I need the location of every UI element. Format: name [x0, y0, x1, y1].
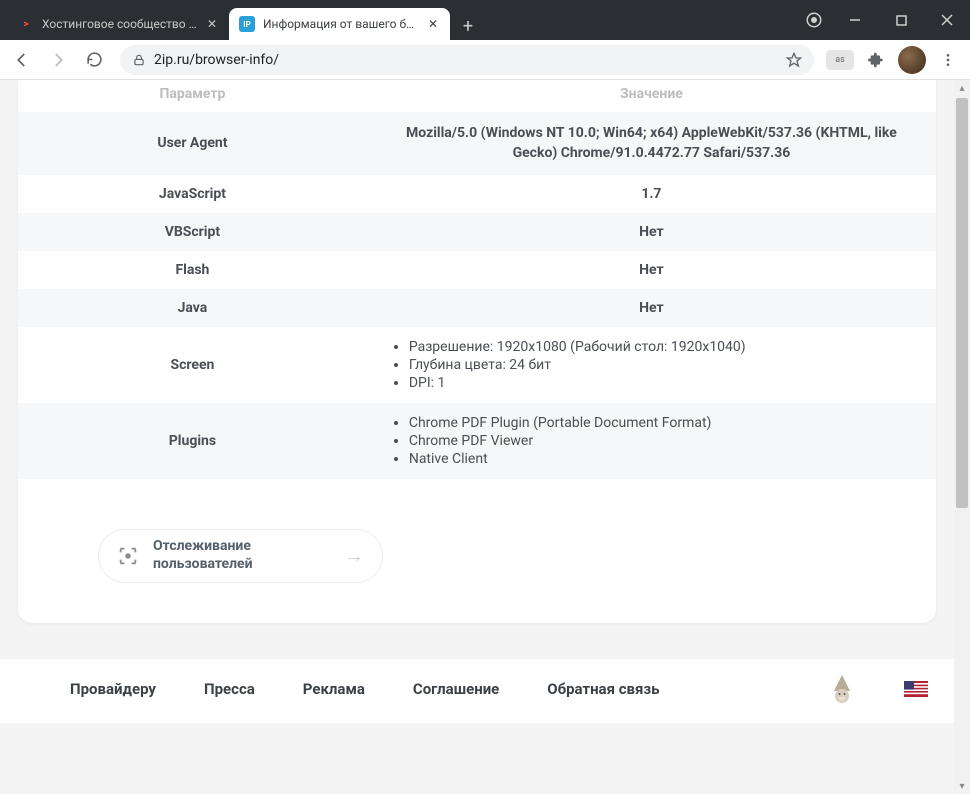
vertical-scrollbar[interactable]: ▴ ▾	[954, 80, 970, 794]
table-row: Screen Разрешение: 1920x1080 (Рабочий ст…	[18, 327, 936, 403]
list-item: Chrome PDF Plugin (Portable Document For…	[409, 414, 916, 432]
footer-link-feedback[interactable]: Обратная связь	[547, 680, 659, 698]
favicon-icon: IP	[239, 16, 255, 32]
close-icon[interactable]: ✕	[205, 17, 219, 31]
incognito-indicator-icon	[796, 2, 832, 38]
plugins-list: Chrome PDF Plugin (Portable Document For…	[387, 414, 916, 468]
lock-icon	[132, 53, 146, 67]
scan-icon	[117, 545, 139, 567]
page-viewport: Параметр Значение User Agent Mozilla/5.0…	[0, 80, 954, 794]
param-label: Flash	[18, 251, 367, 289]
table-row: JavaScript 1.7	[18, 175, 936, 213]
table-row: User Agent Mozilla/5.0 (Windows NT 10.0;…	[18, 112, 936, 175]
page-footer: Провайдеру Пресса Реклама Соглашение Обр…	[0, 659, 954, 723]
address-bar[interactable]: 2ip.ru/browser-info/	[120, 45, 814, 75]
browser-info-table: Параметр Значение User Agent Mozilla/5.0…	[18, 80, 936, 479]
table-row: Flash Нет	[18, 251, 936, 289]
list-item: DPI: 1	[409, 374, 916, 392]
maximize-button[interactable]	[878, 0, 924, 40]
content-card: Параметр Значение User Agent Mozilla/5.0…	[18, 80, 936, 623]
new-tab-button[interactable]: +	[454, 12, 482, 40]
param-label: JavaScript	[18, 175, 367, 213]
footer-link-ads[interactable]: Реклама	[303, 680, 365, 698]
param-value: Нет	[367, 289, 936, 327]
tab-strip: > Хостинговое сообщество «Time... ✕ IP И…	[0, 0, 796, 40]
wizard-mascot-icon	[828, 673, 856, 705]
table-row: Plugins Chrome PDF Plugin (Portable Docu…	[18, 403, 936, 479]
param-value: Нет	[367, 251, 936, 289]
user-tracking-button[interactable]: Отслеживаниепользователей →	[98, 529, 383, 583]
param-label: VBScript	[18, 213, 367, 251]
param-value: Chrome PDF Plugin (Portable Document For…	[367, 403, 936, 479]
url-text: 2ip.ru/browser-info/	[154, 52, 778, 68]
param-label: User Agent	[18, 112, 367, 175]
scrollbar-thumb[interactable]	[956, 98, 968, 508]
footer-link-provider[interactable]: Провайдеру	[70, 680, 156, 698]
tab-title: Хостинговое сообщество «Time...	[42, 17, 197, 31]
extension-lastfm-icon[interactable]: as	[824, 44, 856, 76]
forward-button[interactable]	[42, 44, 74, 76]
arrow-right-icon: →	[344, 543, 364, 568]
tab-title: Информация от вашего браузе...	[263, 17, 418, 31]
param-label: Plugins	[18, 403, 367, 479]
tab-1[interactable]: > Хостинговое сообщество «Time... ✕	[8, 8, 229, 40]
reload-button[interactable]	[78, 44, 110, 76]
scroll-down-icon[interactable]: ▾	[954, 778, 970, 794]
table-row: VBScript Нет	[18, 213, 936, 251]
screen-list: Разрешение: 1920x1080 (Рабочий стол: 192…	[387, 338, 916, 392]
col-header-param: Параметр	[18, 80, 367, 112]
promo-text: Отслеживаниепользователей	[153, 538, 330, 573]
footer-link-agreement[interactable]: Соглашение	[413, 680, 499, 698]
table-row: Java Нет	[18, 289, 936, 327]
window-controls	[832, 0, 970, 40]
extensions-button[interactable]	[860, 44, 892, 76]
list-item: Разрешение: 1920x1080 (Рабочий стол: 192…	[409, 338, 916, 356]
close-icon[interactable]: ✕	[426, 17, 440, 31]
back-button[interactable]	[6, 44, 38, 76]
flag-us-icon[interactable]	[904, 681, 928, 697]
param-value: 1.7	[367, 175, 936, 213]
param-label: Screen	[18, 327, 367, 403]
param-value: Mozilla/5.0 (Windows NT 10.0; Win64; x64…	[367, 112, 936, 175]
tab-2-active[interactable]: IP Информация от вашего браузе... ✕	[229, 8, 450, 40]
param-label: Java	[18, 289, 367, 327]
list-item: Chrome PDF Viewer	[409, 432, 916, 450]
kebab-menu-button[interactable]	[932, 44, 964, 76]
browser-toolbar: 2ip.ru/browser-info/ as	[0, 40, 970, 80]
profile-avatar[interactable]	[896, 44, 928, 76]
footer-link-press[interactable]: Пресса	[204, 680, 255, 698]
scroll-up-icon[interactable]: ▴	[954, 80, 970, 96]
minimize-button[interactable]	[832, 0, 878, 40]
close-window-button[interactable]	[924, 0, 970, 40]
list-item: Native Client	[409, 450, 916, 468]
list-item: Глубина цвета: 24 бит	[409, 356, 916, 374]
bookmark-star-icon[interactable]	[786, 52, 802, 68]
param-value: Разрешение: 1920x1080 (Рабочий стол: 192…	[367, 327, 936, 403]
window-titlebar: > Хостинговое сообщество «Time... ✕ IP И…	[0, 0, 970, 40]
param-value: Нет	[367, 213, 936, 251]
favicon-icon: >	[18, 16, 34, 32]
col-header-value: Значение	[367, 80, 936, 112]
